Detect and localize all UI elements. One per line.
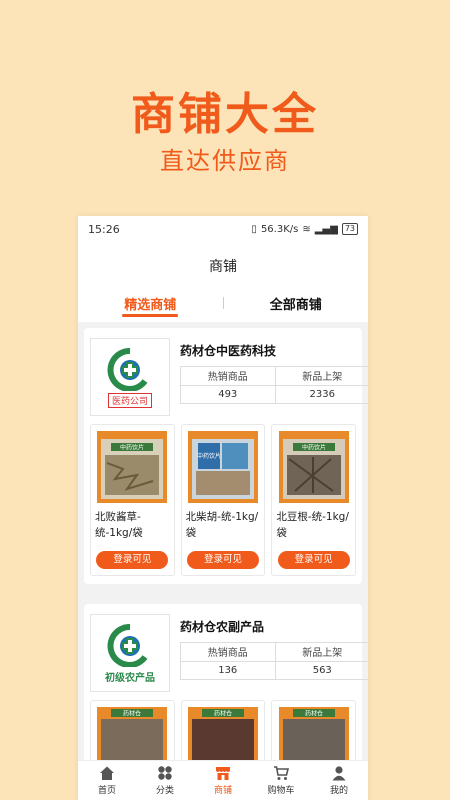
product-card[interactable]: 中药饮片 北败酱草-统-1kg/袋 登录可见 <box>90 424 175 576</box>
stat-label: 热销商品 <box>181 643 275 662</box>
tabbar-cart[interactable]: 购物车 <box>252 761 310 800</box>
shop-name[interactable]: 药材仓农副产品 <box>180 618 264 635</box>
bottom-tab-bar: 首页 分类 商铺 购物车 我的 <box>78 760 368 800</box>
tabbar-home[interactable]: 首页 <box>78 761 136 800</box>
home-icon <box>100 766 114 780</box>
login-to-view-button[interactable]: 登录可见 <box>96 551 169 569</box>
product-card[interactable]: 药材仓 <box>180 700 266 762</box>
stat-hot-products: 热销商品 493 <box>181 367 275 403</box>
tabbar-profile[interactable]: 我的 <box>310 761 368 800</box>
shop-logo: 医药公司 <box>90 338 170 416</box>
login-to-view-button[interactable]: 登录可见 <box>187 551 259 569</box>
status-indicators: ▯ 56.3K/s ≋ ▂▄▆ 73 <box>251 223 358 235</box>
signal-icon: ▂▄▆ <box>314 223 338 235</box>
product-card[interactable]: 中药饮片 北柴胡-统-1kg/袋 登录可见 <box>180 424 266 576</box>
bag-label: 中药饮片 <box>302 444 326 452</box>
status-time: 15:26 <box>88 222 120 236</box>
shop-card[interactable]: 医药公司 药材仓中医药科技 热销商品 493 新品上架 2336 中药饮片 北败… <box>84 328 368 584</box>
logo-caption: 初级农产品 <box>105 672 155 684</box>
product-image: 中药饮片 <box>188 431 258 503</box>
product-card[interactable]: 药材仓 <box>90 700 175 762</box>
shop-card[interactable]: 初级农产品 药材仓农副产品 热销商品 136 新品上架 563 药材仓 药材仓 … <box>84 604 368 762</box>
stat-label: 新品上架 <box>275 643 368 662</box>
stat-value: 2336 <box>309 388 335 400</box>
stat-new-products: 新品上架 563 <box>274 643 368 679</box>
logo-caption: 医药公司 <box>107 392 152 408</box>
vibrate-icon: ▯ <box>251 223 257 235</box>
category-icon <box>158 766 172 780</box>
phone-screen: 15:26 ▯ 56.3K/s ≋ ▂▄▆ 73 商铺 精选商铺 全部商铺 医药… <box>78 216 368 800</box>
status-bar: 15:26 ▯ 56.3K/s ≋ ▂▄▆ 73 <box>78 216 368 242</box>
tabbar-shops[interactable]: 商铺 <box>194 761 252 800</box>
product-image: 药材仓 <box>97 707 168 762</box>
tab-featured-shops[interactable]: 精选商铺 <box>78 294 223 313</box>
user-icon <box>332 766 346 781</box>
login-to-view-button[interactable]: 登录可见 <box>277 551 350 569</box>
stat-value: 136 <box>218 664 238 676</box>
bag-label: 药材仓 <box>214 710 232 718</box>
medical-cross-logo-icon <box>107 347 148 391</box>
network-speed: 56.3K/s <box>260 223 299 235</box>
tabbar-label: 分类 <box>155 786 174 796</box>
tab-all-shops[interactable]: 全部商铺 <box>224 294 369 313</box>
stat-value: 563 <box>312 664 332 676</box>
product-card[interactable]: 中药饮片 北豆根-统-1kg/袋 登录可见 <box>271 424 357 576</box>
product-name: 北柴胡-统-1kg/袋 <box>185 511 259 539</box>
product-name: 北败酱草-统-1kg/袋 <box>95 511 143 539</box>
stat-value: 493 <box>218 388 238 400</box>
page-title: 商铺 <box>209 259 237 275</box>
bag-label: 药材仓 <box>305 710 323 718</box>
stat-label: 新品上架 <box>275 367 368 386</box>
battery-icon: 73 <box>341 223 358 235</box>
product-image: 中药饮片 <box>278 431 349 503</box>
shop-stats: 热销商品 493 新品上架 2336 <box>180 366 368 404</box>
tabbar-label: 商铺 <box>213 786 232 796</box>
stat-hot-products: 热销商品 136 <box>181 643 275 679</box>
shop-tabs: 精选商铺 全部商铺 <box>78 286 368 320</box>
shop-logo: 初级农产品 <box>90 614 170 692</box>
promo-banner: 商铺大全 直达供应商 <box>0 0 450 215</box>
product-image: 药材仓 <box>278 707 349 762</box>
stat-new-products: 新品上架 2336 <box>274 367 368 403</box>
tabbar-label: 首页 <box>97 786 116 796</box>
tabbar-category[interactable]: 分类 <box>136 761 194 800</box>
wifi-icon: ≋ <box>302 223 311 235</box>
product-row: 药材仓 药材仓 药材仓 <box>84 694 362 762</box>
banner-title: 商铺大全 <box>131 89 319 140</box>
bag-label: 中药饮片 <box>120 444 144 452</box>
shop-name[interactable]: 药材仓中医药科技 <box>180 342 276 359</box>
shop-stats: 热销商品 136 新品上架 563 <box>180 642 368 680</box>
product-image: 药材仓 <box>188 707 258 762</box>
tabbar-label: 我的 <box>329 786 348 796</box>
bag-label: 中药饮片 <box>197 452 221 460</box>
stat-label: 热销商品 <box>181 367 275 386</box>
product-name: 北豆根-统-1kg/袋 <box>276 511 349 539</box>
product-image: 中药饮片 <box>97 431 168 503</box>
shop-list[interactable]: 医药公司 药材仓中医药科技 热销商品 493 新品上架 2336 中药饮片 北败… <box>78 322 368 762</box>
medical-cross-logo-icon <box>107 623 148 667</box>
product-card[interactable]: 药材仓 <box>271 700 357 762</box>
product-row: 中药饮片 北败酱草-统-1kg/袋 登录可见 中药饮片 北柴胡-统-1kg/袋 … <box>84 418 362 584</box>
store-icon <box>216 767 230 780</box>
bag-label: 药材仓 <box>123 710 141 718</box>
tabbar-label: 购物车 <box>267 786 295 796</box>
banner-subtitle: 直达供应商 <box>160 147 290 175</box>
cart-icon <box>274 766 289 780</box>
